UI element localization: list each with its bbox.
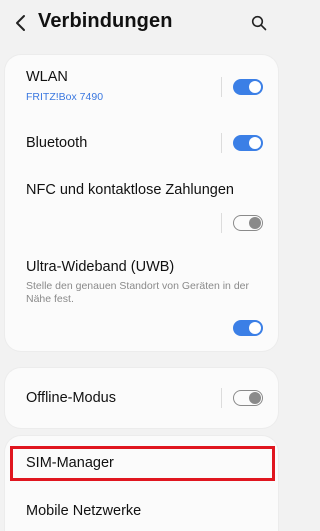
offline-mode-label: Offline-Modus [26,390,116,406]
search-icon[interactable] [251,15,267,31]
toggle-knob [249,216,261,229]
wlan-network-name: FRITZ!Box 7490 [26,91,104,103]
highlight-box [10,446,275,481]
toggle-knob [249,81,261,93]
bluetooth-toggle[interactable] [233,135,263,151]
wlan-toggle[interactable] [233,79,263,95]
wlan-label: WLAN [26,69,68,85]
nfc-row[interactable]: NFC und kontaktlose Zahlungen [5,167,278,242]
nfc-label: NFC und kontaktlose Zahlungen [26,182,234,198]
connections-card: WLAN FRITZ!Box 7490 Bluetooth NFC und ko… [5,55,278,351]
app-header: Verbindungen [0,0,283,48]
toggle-knob [249,137,261,149]
divider [221,133,222,153]
divider [221,213,222,233]
page-title: Verbindungen [38,10,173,32]
toggle-knob [249,391,261,404]
chevron-left-icon[interactable] [14,13,28,33]
uwb-description: Stelle den genauen Standort von Geräten … [26,280,249,305]
toggle-knob [249,322,261,334]
uwb-toggle[interactable] [233,320,263,336]
divider [221,77,222,97]
offline-mode-toggle[interactable] [233,390,263,406]
mobile-networks-label: Mobile Netzwerke [26,503,142,519]
mobile-networks-row[interactable]: Mobile Netzwerke [5,484,278,531]
uwb-row[interactable]: Ultra-Wideband (UWB) Stelle den genauen … [5,242,278,351]
uwb-label: Ultra-Wideband (UWB) [26,259,175,275]
nfc-toggle[interactable] [233,215,263,231]
bluetooth-label: Bluetooth [26,135,88,151]
offline-card: Offline-Modus [5,368,278,428]
bluetooth-row[interactable]: Bluetooth [5,119,278,167]
divider [221,388,222,408]
offline-mode-row[interactable]: Offline-Modus [5,368,278,428]
wlan-row[interactable]: WLAN FRITZ!Box 7490 [5,55,278,119]
